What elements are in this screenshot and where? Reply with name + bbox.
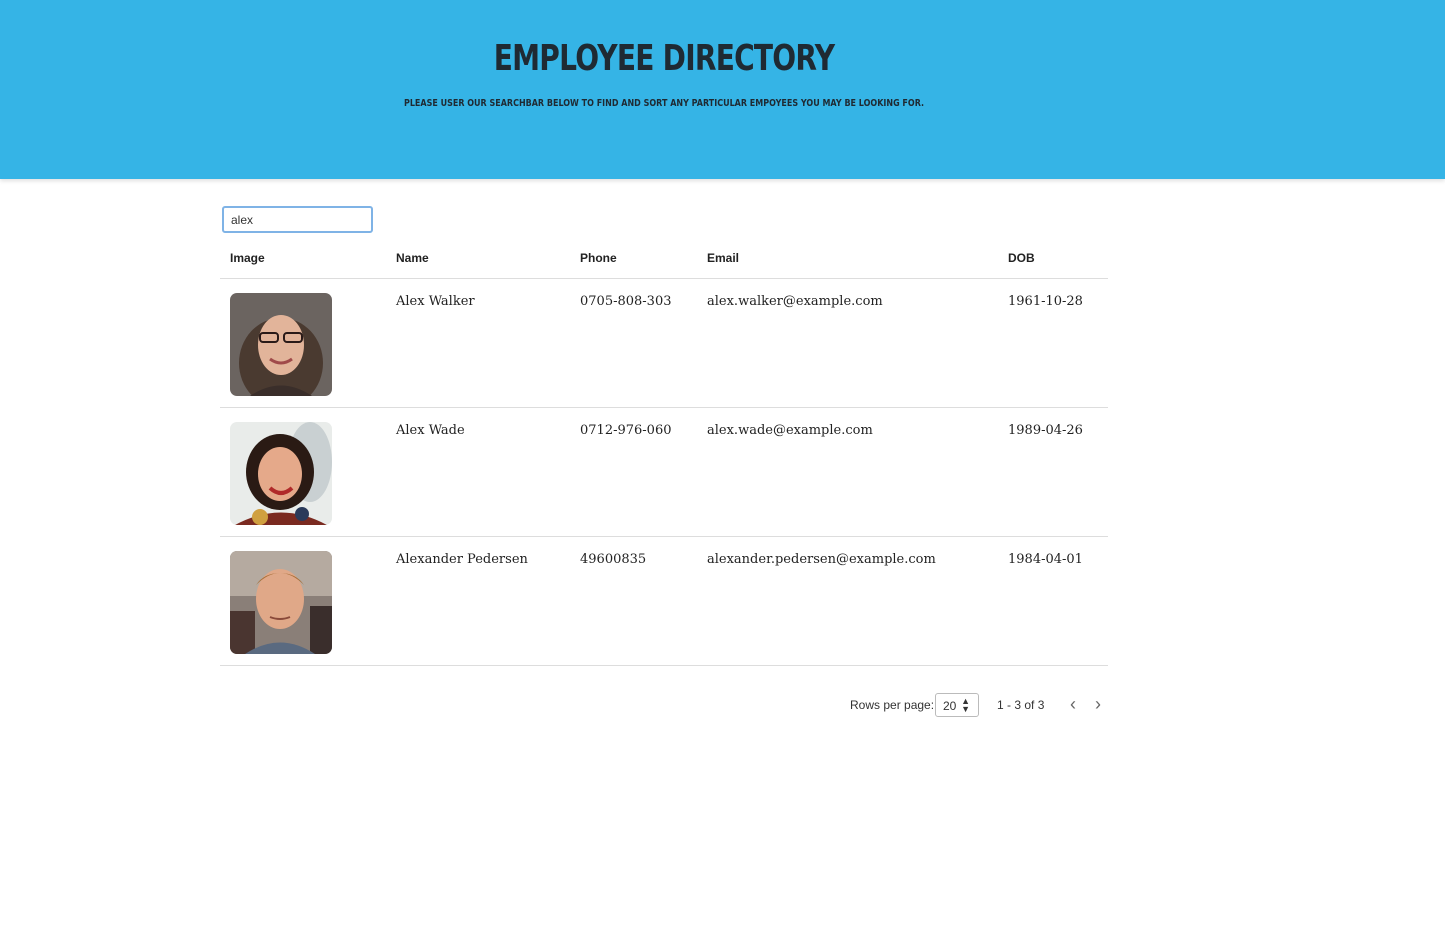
employee-table: Image Name Phone Email DOB Alex Walker 0… <box>220 240 1108 666</box>
avatar <box>230 422 332 525</box>
employee-name: Alex Wade <box>396 423 465 438</box>
table-row: Alexander Pedersen 49600835 alexander.pe… <box>220 537 1108 666</box>
sort-arrows-icon: ▲ ▼ <box>961 696 970 714</box>
page-range: 1 - 3 of 3 <box>997 698 1045 712</box>
employee-email: alex.wade@example.com <box>707 423 873 438</box>
chevron-right-icon[interactable]: › <box>1088 694 1108 716</box>
page-subtitle: Please user our searchbar below to find … <box>403 98 925 109</box>
employee-phone: 49600835 <box>580 552 647 567</box>
column-header-email[interactable]: Email <box>707 251 739 265</box>
column-header-name[interactable]: Name <box>396 251 429 265</box>
employee-dob: 1989-04-26 <box>1008 423 1083 438</box>
table-row: Alex Walker 0705-808-303 alex.walker@exa… <box>220 279 1108 408</box>
table-header: Image Name Phone Email DOB <box>220 240 1108 279</box>
column-header-phone[interactable]: Phone <box>580 251 617 265</box>
page-title: Employee Directory <box>493 38 835 79</box>
employee-dob: 1984-04-01 <box>1008 552 1083 567</box>
rows-per-page-select[interactable]: 20 ▲ ▼ <box>935 693 979 717</box>
chevron-left-icon[interactable]: ‹ <box>1063 694 1083 716</box>
employee-phone: 0705-808-303 <box>580 294 672 309</box>
employee-name: Alexander Pedersen <box>396 552 528 567</box>
avatar <box>230 551 332 654</box>
column-header-image[interactable]: Image <box>230 251 265 265</box>
rows-per-page-value: 20 <box>943 699 957 713</box>
avatar <box>230 293 332 396</box>
search-input[interactable] <box>222 206 373 233</box>
rows-per-page-label: Rows per page: <box>850 698 935 712</box>
employee-phone: 0712-976-060 <box>580 423 672 438</box>
page-header: Employee Directory Please user our searc… <box>0 0 1445 179</box>
employee-email: alexander.pedersen@example.com <box>707 552 936 567</box>
employee-name: Alex Walker <box>396 294 475 309</box>
employee-email: alex.walker@example.com <box>707 294 883 309</box>
column-header-dob[interactable]: DOB <box>1008 251 1035 265</box>
employee-dob: 1961-10-28 <box>1008 294 1083 309</box>
table-row: Alex Wade 0712-976-060 alex.wade@example… <box>220 408 1108 537</box>
